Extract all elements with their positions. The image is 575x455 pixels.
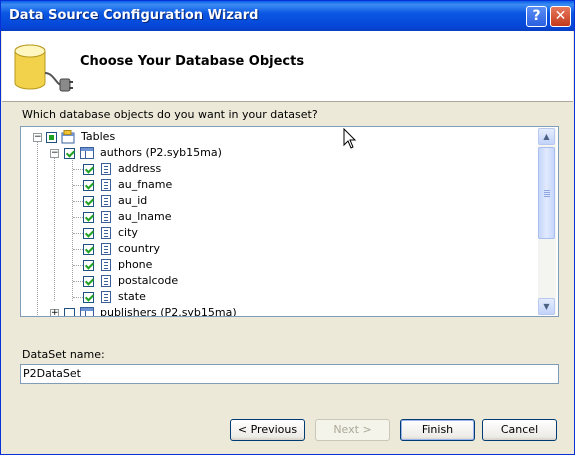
column-checkbox[interactable]	[83, 180, 94, 191]
column-icon	[101, 243, 111, 255]
tree-node-label: au_id	[118, 194, 148, 207]
wizard-window: Data Source Configuration Wizard ? ✕ Cho…	[0, 0, 575, 455]
close-button[interactable]: ✕	[550, 6, 571, 27]
tree-guide-line	[73, 217, 83, 218]
tree-guide-line	[73, 281, 83, 282]
table-icon	[80, 147, 94, 159]
tree-guide-line	[73, 297, 83, 298]
wizard-header: Choose Your Database Objects	[2, 31, 573, 102]
tree-node-label: au_fname	[118, 178, 173, 191]
column-icon	[101, 195, 111, 207]
database-plug-icon	[14, 44, 73, 92]
column-checkbox[interactable]	[83, 292, 94, 303]
column-checkbox[interactable]	[83, 260, 94, 271]
column-icon	[101, 211, 111, 223]
tree-guide-line	[73, 169, 83, 170]
tree-node-label: country	[118, 242, 161, 255]
column-checkbox[interactable]	[83, 196, 94, 207]
tree-node-label: state	[118, 290, 146, 303]
next-button[interactable]: Next >	[315, 419, 390, 441]
tree-guide-line	[37, 141, 38, 316]
tables-checkbox[interactable]	[46, 132, 57, 143]
tree-guide-line	[72, 157, 73, 301]
cancel-button[interactable]: Cancel	[482, 419, 557, 441]
dataset-name-label: DataSet name:	[22, 348, 105, 361]
column-checkbox[interactable]	[83, 212, 94, 223]
column-checkbox[interactable]	[83, 164, 94, 175]
window-title: Data Source Configuration Wizard	[9, 8, 259, 23]
publishers-checkbox[interactable]	[64, 308, 75, 316]
tree-node-label: publishers (P2.syb15ma)	[100, 306, 237, 317]
authors-checkbox[interactable]	[64, 148, 75, 159]
tree-guide-line	[73, 185, 83, 186]
tree-guide-line	[73, 249, 83, 250]
expand-icon[interactable]: +	[50, 309, 59, 316]
tree-node-label: au_lname	[118, 210, 172, 223]
tree-guide-line	[73, 201, 83, 202]
tree-guide-line	[73, 233, 83, 234]
scroll-thumb[interactable]	[538, 147, 555, 239]
tables-folder-icon	[61, 130, 75, 144]
tree-node-label: city	[118, 226, 138, 239]
column-icon	[101, 291, 111, 303]
table-icon	[80, 307, 94, 316]
title-bar[interactable]: Data Source Configuration Wizard ? ✕	[1, 1, 574, 31]
tree-guide-line	[54, 157, 55, 301]
tree-node-label: address	[118, 162, 162, 175]
tree-scrollbar[interactable]: ▲ ▼	[538, 128, 556, 315]
dataset-name-input[interactable]: P2DataSet	[20, 364, 559, 384]
collapse-icon[interactable]: −	[33, 133, 42, 142]
column-icon	[101, 259, 111, 271]
grip-icon	[544, 190, 550, 191]
scroll-up-button[interactable]: ▲	[538, 128, 555, 145]
column-icon	[101, 179, 111, 191]
previous-button[interactable]: < Previous	[230, 419, 305, 441]
tree-node-label: postalcode	[118, 274, 179, 287]
tree-guide-line	[73, 265, 83, 266]
column-checkbox[interactable]	[83, 228, 94, 239]
column-checkbox[interactable]	[83, 276, 94, 287]
tree-node-label: Tables	[81, 130, 116, 143]
mouse-pointer-icon	[343, 128, 357, 149]
scroll-down-button[interactable]: ▼	[538, 298, 555, 315]
column-icon	[101, 227, 111, 239]
column-icon	[101, 163, 111, 175]
question-label: Which database objects do you want in yo…	[22, 108, 318, 121]
page-title: Choose Your Database Objects	[80, 54, 305, 69]
collapse-icon[interactable]: −	[50, 149, 59, 158]
column-icon	[101, 275, 111, 287]
finish-button[interactable]: Finish	[400, 419, 475, 441]
tree-node-label: authors (P2.syb15ma)	[100, 146, 222, 159]
help-button[interactable]: ?	[526, 6, 547, 27]
tree-node-label: phone	[118, 258, 153, 271]
column-checkbox[interactable]	[83, 244, 94, 255]
database-objects-tree[interactable]: − Tables − authors (P2.syb15ma) address	[20, 126, 559, 317]
